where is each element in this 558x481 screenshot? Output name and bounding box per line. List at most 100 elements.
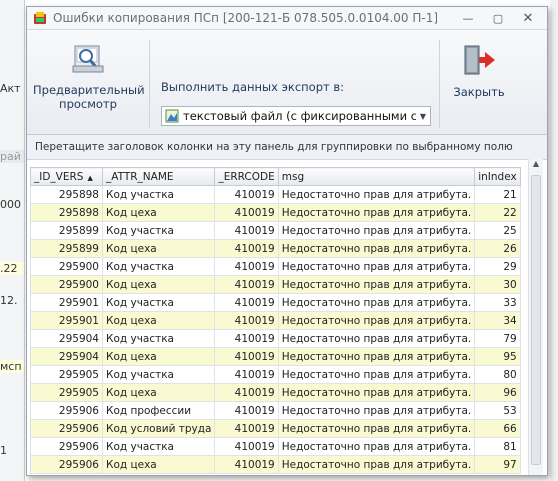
cell-msg[interactable]: Недостаточно прав для атрибута. bbox=[277, 203, 476, 222]
cell-inindex[interactable]: 34 bbox=[474, 311, 521, 330]
cell-errcode[interactable]: 410019 bbox=[214, 239, 279, 258]
cell-attr-name[interactable]: Код условий труда bbox=[101, 419, 216, 438]
cell-inindex[interactable]: 96 bbox=[474, 383, 521, 402]
cell-attr-name[interactable]: Код участка bbox=[101, 329, 216, 348]
cell-id-vers[interactable]: 295906 bbox=[30, 401, 103, 420]
cell-id-vers[interactable]: 295905 bbox=[30, 365, 103, 384]
cell-attr-name[interactable]: Код участка bbox=[101, 221, 216, 240]
cell-errcode[interactable]: 410019 bbox=[214, 401, 279, 420]
cell-inindex[interactable]: 53 bbox=[474, 401, 521, 420]
maximize-button[interactable]: ▢ bbox=[487, 10, 509, 26]
cell-id-vers[interactable]: 295900 bbox=[30, 257, 103, 276]
cell-inindex[interactable]: 97 bbox=[474, 455, 521, 474]
cell-msg[interactable]: Недостаточно прав для атрибута. bbox=[277, 383, 476, 402]
cell-errcode[interactable]: 410019 bbox=[214, 221, 279, 240]
cell-attr-name[interactable]: Код цеха bbox=[101, 239, 216, 258]
cell-msg[interactable]: Недостаточно прав для атрибута. bbox=[277, 293, 476, 312]
column-header-attr-name[interactable]: _ATTR_NAME bbox=[101, 167, 216, 186]
cell-id-vers[interactable]: 295901 bbox=[30, 311, 103, 330]
cell-id-vers[interactable]: 295906 bbox=[30, 455, 103, 474]
table-row[interactable]: 295905 Код участка 410019 Недостаточно прав… bbox=[30, 365, 521, 384]
cell-inindex[interactable]: 26 bbox=[474, 239, 521, 258]
cell-msg[interactable]: Недостаточно прав для атрибута. bbox=[277, 239, 476, 258]
cell-errcode[interactable]: 410019 bbox=[214, 383, 279, 402]
close-button[interactable]: Закрыть bbox=[447, 44, 511, 124]
cell-attr-name[interactable]: Код цеха bbox=[101, 383, 216, 402]
table-row[interactable]: 295898 Код цеха 410019 Недостаточно прав дл… bbox=[30, 203, 521, 222]
table-row[interactable]: 295899 Код цеха 410019 Недостаточно прав дл… bbox=[30, 239, 521, 258]
cell-attr-name[interactable]: Код участка bbox=[101, 293, 216, 312]
scrollbar-thumb[interactable] bbox=[531, 175, 541, 465]
cell-attr-name[interactable]: Код профессии bbox=[101, 401, 216, 420]
cell-msg[interactable]: Недостаточно прав для атрибута. bbox=[277, 257, 476, 276]
cell-msg[interactable]: Недостаточно прав для атрибута. bbox=[277, 401, 476, 420]
cell-msg[interactable]: Недостаточно прав для атрибута. bbox=[277, 185, 476, 204]
table-row[interactable]: 295898 Код участка 410019 Недостаточно прав… bbox=[30, 185, 521, 204]
cell-id-vers[interactable]: 295898 bbox=[30, 203, 103, 222]
cell-attr-name[interactable]: Код цеха bbox=[101, 347, 216, 366]
cell-msg[interactable]: Недостаточно прав для атрибута. bbox=[277, 275, 476, 294]
cell-attr-name[interactable]: Код цеха bbox=[101, 275, 216, 294]
scroll-up-icon[interactable]: ▲ bbox=[529, 159, 543, 173]
table-row[interactable]: 295906 Код условий труда 410019 Недостаточн… bbox=[30, 419, 521, 438]
column-header-inindex[interactable]: inIndex bbox=[474, 167, 521, 186]
cell-msg[interactable]: Недостаточно прав для атрибута. bbox=[277, 365, 476, 384]
group-by-panel[interactable]: Перетащите заголовок колонки на эту пане… bbox=[27, 135, 547, 160]
cell-inindex[interactable]: 79 bbox=[474, 329, 521, 348]
cell-errcode[interactable]: 410019 bbox=[214, 437, 279, 456]
cell-inindex[interactable]: 80 bbox=[474, 365, 521, 384]
cell-attr-name[interactable]: Код цеха bbox=[101, 203, 216, 222]
cell-id-vers[interactable]: 295906 bbox=[30, 419, 103, 438]
print-preview-button[interactable]: Предварительный просмотр bbox=[33, 44, 145, 124]
cell-errcode[interactable]: 410019 bbox=[214, 455, 279, 474]
table-row[interactable]: 295906 Код профессии 410019 Недостаточно пр… bbox=[30, 401, 521, 420]
chevron-down-icon[interactable]: ▼ bbox=[416, 112, 430, 121]
cell-attr-name[interactable]: Код цеха bbox=[101, 455, 216, 474]
cell-errcode[interactable]: 410019 bbox=[214, 419, 279, 438]
cell-msg[interactable]: Недостаточно прав для атрибута. bbox=[277, 437, 476, 456]
column-header-msg[interactable]: msg bbox=[277, 167, 476, 186]
cell-msg[interactable]: Недостаточно прав для атрибута. bbox=[277, 221, 476, 240]
cell-msg[interactable]: Недостаточно прав для атрибута. bbox=[277, 329, 476, 348]
cell-attr-name[interactable]: Код участка bbox=[101, 257, 216, 276]
cell-msg[interactable]: Недостаточно прав для атрибута. bbox=[277, 347, 476, 366]
cell-attr-name[interactable]: Код участка bbox=[101, 185, 216, 204]
table-row[interactable]: 295905 Код цеха 410019 Недостаточно прав дл… bbox=[30, 383, 521, 402]
cell-msg[interactable]: Недостаточно прав для атрибута. bbox=[277, 419, 476, 438]
cell-id-vers[interactable]: 295905 bbox=[30, 383, 103, 402]
cell-errcode[interactable]: 410019 bbox=[214, 275, 279, 294]
cell-errcode[interactable]: 410019 bbox=[214, 365, 279, 384]
cell-id-vers[interactable]: 295904 bbox=[30, 329, 103, 348]
cell-errcode[interactable]: 410019 bbox=[214, 293, 279, 312]
table-row[interactable]: 295899 Код участка 410019 Недостаточно прав… bbox=[30, 221, 521, 240]
table-row[interactable]: 295906 Код цеха 410019 Недостаточно прав дл… bbox=[30, 455, 521, 474]
cell-inindex[interactable]: 66 bbox=[474, 419, 521, 438]
table-row[interactable]: 295901 Код участка 410019 Недостаточно прав… bbox=[30, 293, 521, 312]
cell-errcode[interactable]: 410019 bbox=[214, 185, 279, 204]
table-row[interactable]: 295906 Код участка 410019 Недостаточно прав… bbox=[30, 437, 521, 456]
cell-attr-name[interactable]: Код участка bbox=[101, 437, 216, 456]
cell-id-vers[interactable]: 295899 bbox=[30, 239, 103, 258]
cell-id-vers[interactable]: 295898 bbox=[30, 185, 103, 204]
cell-msg[interactable]: Недостаточно прав для атрибута. bbox=[277, 455, 476, 474]
cell-attr-name[interactable]: Код участка bbox=[101, 365, 216, 384]
cell-id-vers[interactable]: 295899 bbox=[30, 221, 103, 240]
column-header-errcode[interactable]: _ERRCODE bbox=[214, 167, 279, 186]
cell-errcode[interactable]: 410019 bbox=[214, 329, 279, 348]
cell-inindex[interactable]: 95 bbox=[474, 347, 521, 366]
title-bar[interactable]: Ошибки копирования ПСп [200-121-Б 078.50… bbox=[27, 7, 547, 30]
cell-id-vers[interactable]: 295900 bbox=[30, 275, 103, 294]
column-header-id-vers[interactable]: _ID_VERS ▲ bbox=[30, 167, 103, 186]
export-format-select[interactable]: текстовый файл (с фиксированными столб ▼ bbox=[161, 106, 431, 126]
table-row[interactable]: 295904 Код участка 410019 Недостаточно прав… bbox=[30, 329, 521, 348]
cell-id-vers[interactable]: 295904 bbox=[30, 347, 103, 366]
cell-errcode[interactable]: 410019 bbox=[214, 203, 279, 222]
cell-id-vers[interactable]: 295901 bbox=[30, 293, 103, 312]
table-row[interactable]: 295904 Код цеха 410019 Недостаточно прав дл… bbox=[30, 347, 521, 366]
cell-msg[interactable]: Недостаточно прав для атрибута. bbox=[277, 311, 476, 330]
close-window-button[interactable]: ✕ bbox=[517, 10, 539, 26]
cell-errcode[interactable]: 410019 bbox=[214, 347, 279, 366]
cell-inindex[interactable]: 29 bbox=[474, 257, 521, 276]
minimize-button[interactable]: — bbox=[457, 10, 479, 26]
cell-inindex[interactable]: 33 bbox=[474, 293, 521, 312]
